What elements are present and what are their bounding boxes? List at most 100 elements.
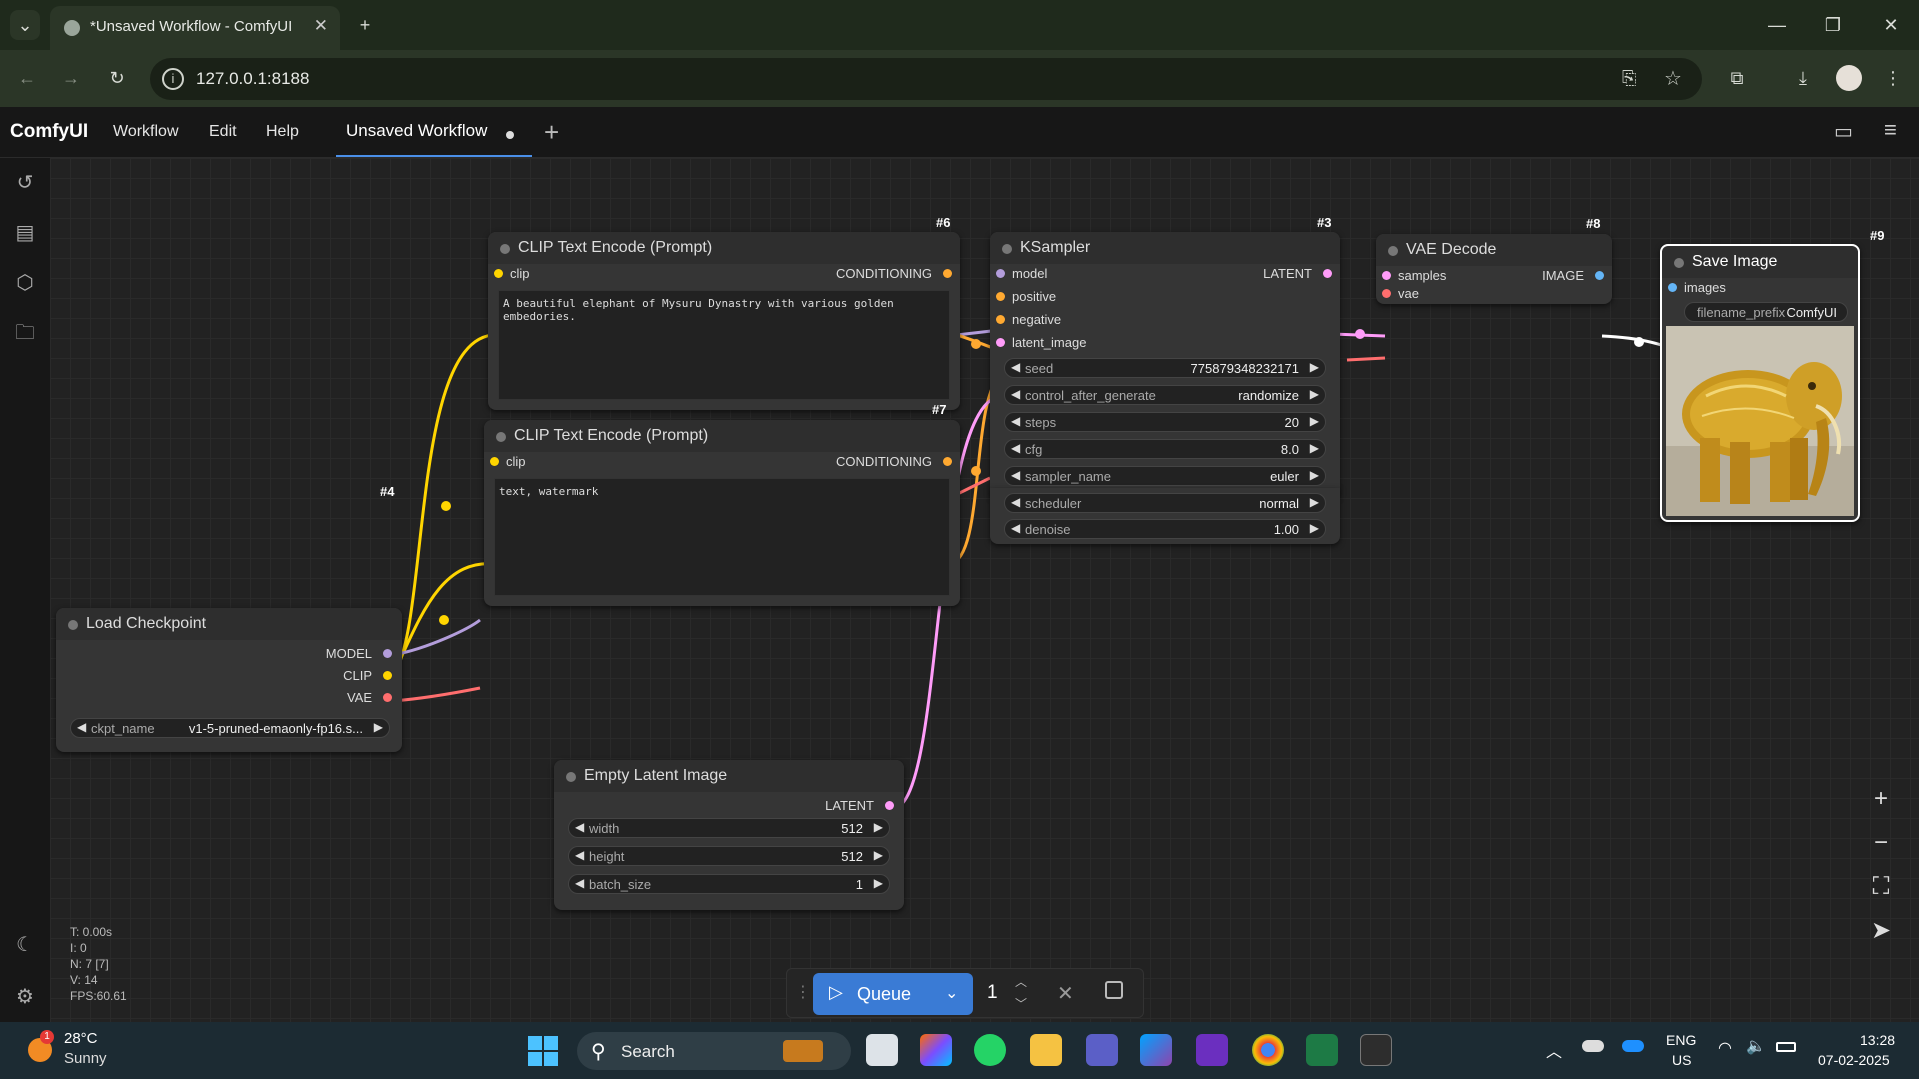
selection-tool-icon[interactable]: ➤ <box>1866 916 1896 946</box>
collapse-dot-icon[interactable] <box>566 772 576 782</box>
vae-decode-node[interactable]: VAE Decode samples vae IMAGE <box>1376 234 1612 304</box>
widget-filename-prefix[interactable]: filename_prefix ComfyUI <box>1684 302 1848 322</box>
widget-cfg[interactable]: ◀ cfg 8.0 ▶ <box>1004 439 1326 459</box>
decrement-arrow-icon[interactable]: ◀ <box>1011 468 1020 482</box>
chrome-icon[interactable] <box>1252 1034 1284 1066</box>
widget-seed[interactable]: ◀ seed 775879348232171 ▶ <box>1004 358 1326 378</box>
decrement-arrow-icon[interactable]: ◀ <box>1011 387 1020 401</box>
save-image-node[interactable]: Save Image images filename_prefix ComfyUI <box>1660 244 1860 522</box>
close-tab-icon[interactable]: ✕ <box>314 16 328 36</box>
increment-arrow-icon[interactable]: ▶ <box>874 876 883 890</box>
output-slot-image[interactable] <box>1595 271 1604 280</box>
node-title-bar[interactable]: CLIP Text Encode (Prompt) <box>488 232 960 264</box>
decrement-arrow-icon[interactable]: ◀ <box>575 820 584 834</box>
forward-icon[interactable]: → <box>56 63 86 93</box>
input-slot-vae[interactable] <box>1382 289 1391 298</box>
increment-arrow-icon[interactable]: ▶ <box>1310 495 1319 509</box>
node-title-bar[interactable]: Empty Latent Image <box>554 760 904 792</box>
zoom-out-icon[interactable]: − <box>1866 828 1896 858</box>
collapse-dot-icon[interactable] <box>1388 246 1398 256</box>
file-explorer-icon[interactable] <box>1030 1034 1062 1066</box>
widget-steps[interactable]: ◀ steps 20 ▶ <box>1004 412 1326 432</box>
task-view-icon[interactable] <box>866 1034 898 1066</box>
weather-temp[interactable]: 28°C <box>64 1030 98 1047</box>
widget-sampler-name[interactable]: ◀ sampler_name euler ▶ <box>1004 466 1326 486</box>
onedrive-personal-icon[interactable] <box>1582 1040 1604 1052</box>
terminal-icon[interactable] <box>1360 1034 1392 1066</box>
widget-height[interactable]: ◀ height 512 ▶ <box>568 846 890 866</box>
decrement-arrow-icon[interactable]: ◀ <box>575 848 584 862</box>
output-slot-conditioning[interactable] <box>943 457 952 466</box>
decrement-arrow-icon[interactable]: ◀ <box>1011 521 1020 535</box>
copilot-icon[interactable] <box>920 1034 952 1066</box>
decrement-arrow-icon[interactable]: ◀ <box>1011 495 1020 509</box>
teams-icon[interactable] <box>1086 1034 1118 1066</box>
tab-search-icon[interactable]: ⌄ <box>10 10 40 40</box>
workflows-folder-icon[interactable]: 🗀 <box>12 320 38 346</box>
onedrive-business-icon[interactable] <box>1622 1040 1644 1052</box>
collapse-dot-icon[interactable] <box>1002 244 1012 254</box>
collapse-dot-icon[interactable] <box>496 432 506 442</box>
weather-desc[interactable]: Sunny <box>64 1050 107 1067</box>
language-primary[interactable]: ENG <box>1666 1032 1696 1048</box>
decrement-arrow-icon[interactable]: ◀ <box>1011 414 1020 428</box>
collapse-dot-icon[interactable] <box>68 620 78 630</box>
model-library-icon[interactable]: ⬡ <box>12 270 38 296</box>
increment-arrow-icon[interactable]: ▶ <box>1310 387 1319 401</box>
drag-handle-icon[interactable]: ⋮ <box>795 982 811 1002</box>
clock-date[interactable]: 07-02-2025 <box>1818 1052 1890 1068</box>
settings-gear-icon[interactable]: ⚙ <box>12 984 38 1010</box>
theme-moon-icon[interactable]: ☾ <box>12 932 38 958</box>
increment-arrow-icon[interactable]: ▶ <box>374 720 383 734</box>
reload-icon[interactable]: ↻ <box>102 63 132 93</box>
increment-arrow-icon[interactable]: ▶ <box>1310 521 1319 535</box>
decrement-arrow-icon[interactable]: ◀ <box>1011 360 1020 374</box>
input-slot-clip[interactable] <box>490 457 499 466</box>
decrement-arrow-icon[interactable]: ◀ <box>1011 441 1020 455</box>
load-checkpoint-node[interactable]: Load Checkpoint MODEL CLIP VAE ◀ ckpt_nam… <box>56 608 402 752</box>
input-slot-samples[interactable] <box>1382 271 1391 280</box>
input-slot-latent-image[interactable] <box>996 338 1005 347</box>
clip-text-encode-negative-node[interactable]: CLIP Text Encode (Prompt) clip CONDITION… <box>484 420 960 606</box>
batch-count-input[interactable]: 1 <box>987 982 998 1004</box>
download-icon[interactable]: ⤓ <box>1788 63 1818 93</box>
menu-workflow[interactable]: Workflow <box>113 123 179 141</box>
increment-arrow-icon[interactable]: ▶ <box>1310 360 1319 374</box>
widget-control-after-generate[interactable]: ◀ control_after_generate randomize ▶ <box>1004 385 1326 405</box>
widget-batch-size[interactable]: ◀ batch_size 1 ▶ <box>568 874 890 894</box>
node-library-icon[interactable]: ▤ <box>12 220 38 246</box>
browser-tab[interactable]: *Unsaved Workflow - ComfyUI ✕ <box>50 6 340 50</box>
increment-arrow-icon[interactable]: ▶ <box>874 820 883 834</box>
increment-arrow-icon[interactable]: ▶ <box>874 848 883 862</box>
node-title-bar[interactable]: KSampler <box>990 232 1340 264</box>
increment-arrow-icon[interactable]: ▶ <box>1310 468 1319 482</box>
minimize-icon[interactable]: — <box>1762 10 1792 40</box>
output-slot-vae[interactable] <box>383 693 392 702</box>
menu-help[interactable]: Help <box>266 123 299 141</box>
node-title-bar[interactable]: CLIP Text Encode (Prompt) <box>484 420 960 452</box>
stop-icon[interactable] <box>1105 981 1123 999</box>
node-title-bar[interactable]: Load Checkpoint <box>56 608 402 640</box>
graph-canvas[interactable]: #6 CLIP Text Encode (Prompt) clip CONDIT… <box>50 158 1919 1022</box>
add-workflow-icon[interactable]: + <box>544 117 559 148</box>
wifi-icon[interactable]: ◠ <box>1718 1038 1732 1058</box>
taskbar-search[interactable]: ⚲ Search <box>577 1032 851 1070</box>
m365-icon[interactable] <box>1140 1034 1172 1066</box>
toggle-panel-icon[interactable]: ▭ <box>1834 119 1853 144</box>
browser-menu-icon[interactable]: ⋮ <box>1878 63 1908 93</box>
volume-icon[interactable]: 🔈 <box>1746 1036 1766 1056</box>
output-slot-conditioning[interactable] <box>943 269 952 278</box>
hamburger-menu-icon[interactable]: ≡ <box>1884 117 1897 143</box>
notion-icon[interactable] <box>1196 1034 1228 1066</box>
output-image-preview[interactable] <box>1666 326 1854 516</box>
translate-icon[interactable]: ⎘ <box>1622 68 1636 89</box>
tray-chevron-up-icon[interactable]: ︿ <box>1546 1038 1562 1062</box>
output-slot-model[interactable] <box>383 649 392 658</box>
prompt-textarea[interactable]: A beautiful elephant of Mysuru Dynastry … <box>498 290 950 400</box>
url-field[interactable]: i 127.0.0.1:8188 ⎘ ☆ <box>150 58 1702 100</box>
restore-icon[interactable]: ❐ <box>1818 10 1848 40</box>
zoom-in-icon[interactable]: + <box>1866 784 1896 814</box>
queue-button[interactable]: ▷ Queue ⌄ <box>813 973 973 1015</box>
windows-start-icon[interactable] <box>528 1036 558 1066</box>
input-slot-negative[interactable] <box>996 315 1005 324</box>
